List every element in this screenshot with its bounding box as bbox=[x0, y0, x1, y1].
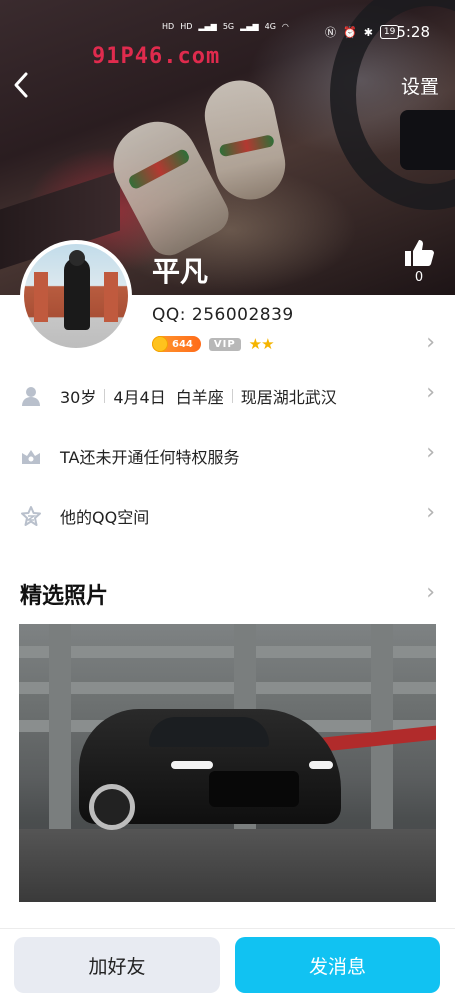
star-outline-icon bbox=[21, 506, 41, 526]
status-bar: HD HD ▂▄▆ 5G ▂▄▆ 4G ◠ Ⓝ ⏰ ✱ 19 5:28 bbox=[0, 18, 455, 48]
qzone-text: 他的QQ空间 bbox=[60, 508, 150, 527]
signal-icon: ▂▄▆ bbox=[240, 22, 259, 31]
network-label: HD bbox=[180, 22, 193, 31]
add-friend-button[interactable]: 加好友 bbox=[14, 937, 220, 993]
thumb-up-icon bbox=[405, 240, 434, 266]
bluetooth-icon: ✱ bbox=[363, 25, 373, 39]
like-count: 0 bbox=[414, 270, 424, 285]
signal-icon: ▂▄▆ bbox=[198, 22, 217, 31]
car bbox=[79, 709, 341, 830]
settings-button[interactable]: 设置 bbox=[401, 72, 439, 99]
divider bbox=[231, 389, 233, 403]
dashboard bbox=[400, 110, 455, 170]
avatar[interactable] bbox=[20, 240, 132, 352]
clock: 5:28 bbox=[396, 23, 430, 41]
location-text: 现居湖北武汉 bbox=[240, 388, 337, 407]
badges-row[interactable]: 644 VIP ★★ bbox=[152, 334, 275, 354]
avatar-image bbox=[24, 244, 128, 348]
profile-name: 平凡 bbox=[152, 255, 209, 288]
bottom-action-bar: 加好友 发消息 bbox=[0, 928, 455, 1000]
level-badge: 644 bbox=[152, 336, 201, 352]
network-label: 4G bbox=[264, 22, 276, 31]
sun-icon bbox=[152, 336, 168, 352]
privilege-row[interactable]: TA还未开通任何特权服务 › bbox=[0, 436, 455, 476]
qq-label: QQ: bbox=[152, 305, 186, 325]
vip-badge: VIP bbox=[208, 337, 241, 351]
system-indicators: Ⓝ ⏰ ✱ 19 bbox=[325, 24, 400, 40]
divider bbox=[104, 389, 106, 403]
qq-number: 256002839 bbox=[191, 305, 294, 325]
chevron-right-icon: › bbox=[426, 440, 435, 465]
alarm-icon: ⏰ bbox=[343, 25, 357, 39]
chevron-right-icon[interactable]: › bbox=[426, 330, 435, 355]
zodiac-text: 白羊座 bbox=[175, 388, 224, 407]
age-text: 30岁 bbox=[60, 388, 97, 407]
send-message-button[interactable]: 发消息 bbox=[235, 937, 440, 993]
qzone-row[interactable]: 他的QQ空间 › bbox=[0, 496, 455, 536]
back-button[interactable] bbox=[10, 68, 44, 102]
level-value: 644 bbox=[172, 338, 193, 350]
chevron-right-icon[interactable]: › bbox=[426, 580, 435, 605]
birthday-text: 4月4日 bbox=[113, 388, 166, 407]
network-label: HD bbox=[162, 22, 175, 31]
featured-photo[interactable] bbox=[19, 624, 436, 902]
wifi-icon: ◠ bbox=[281, 22, 289, 31]
chevron-right-icon: › bbox=[426, 500, 435, 525]
like-button[interactable]: 0 bbox=[401, 238, 437, 285]
privilege-text: TA还未开通任何特权服务 bbox=[60, 448, 240, 467]
chevron-left-icon bbox=[14, 72, 28, 98]
qq-number-line: QQ: 256002839 bbox=[152, 305, 294, 325]
nfc-icon: Ⓝ bbox=[325, 26, 336, 39]
network-indicators: HD HD ▂▄▆ 5G ▂▄▆ 4G ◠ bbox=[162, 22, 289, 31]
featured-photos-title: 精选照片 bbox=[20, 584, 109, 609]
person-icon bbox=[22, 387, 40, 406]
chevron-right-icon: › bbox=[426, 380, 435, 405]
basic-info-row[interactable]: 30岁 4月4日 白羊座 现居湖北武汉 › bbox=[0, 376, 455, 416]
privilege-icon bbox=[22, 450, 40, 464]
network-label: 5G bbox=[222, 22, 235, 31]
stars-icon: ★★ bbox=[248, 335, 275, 353]
